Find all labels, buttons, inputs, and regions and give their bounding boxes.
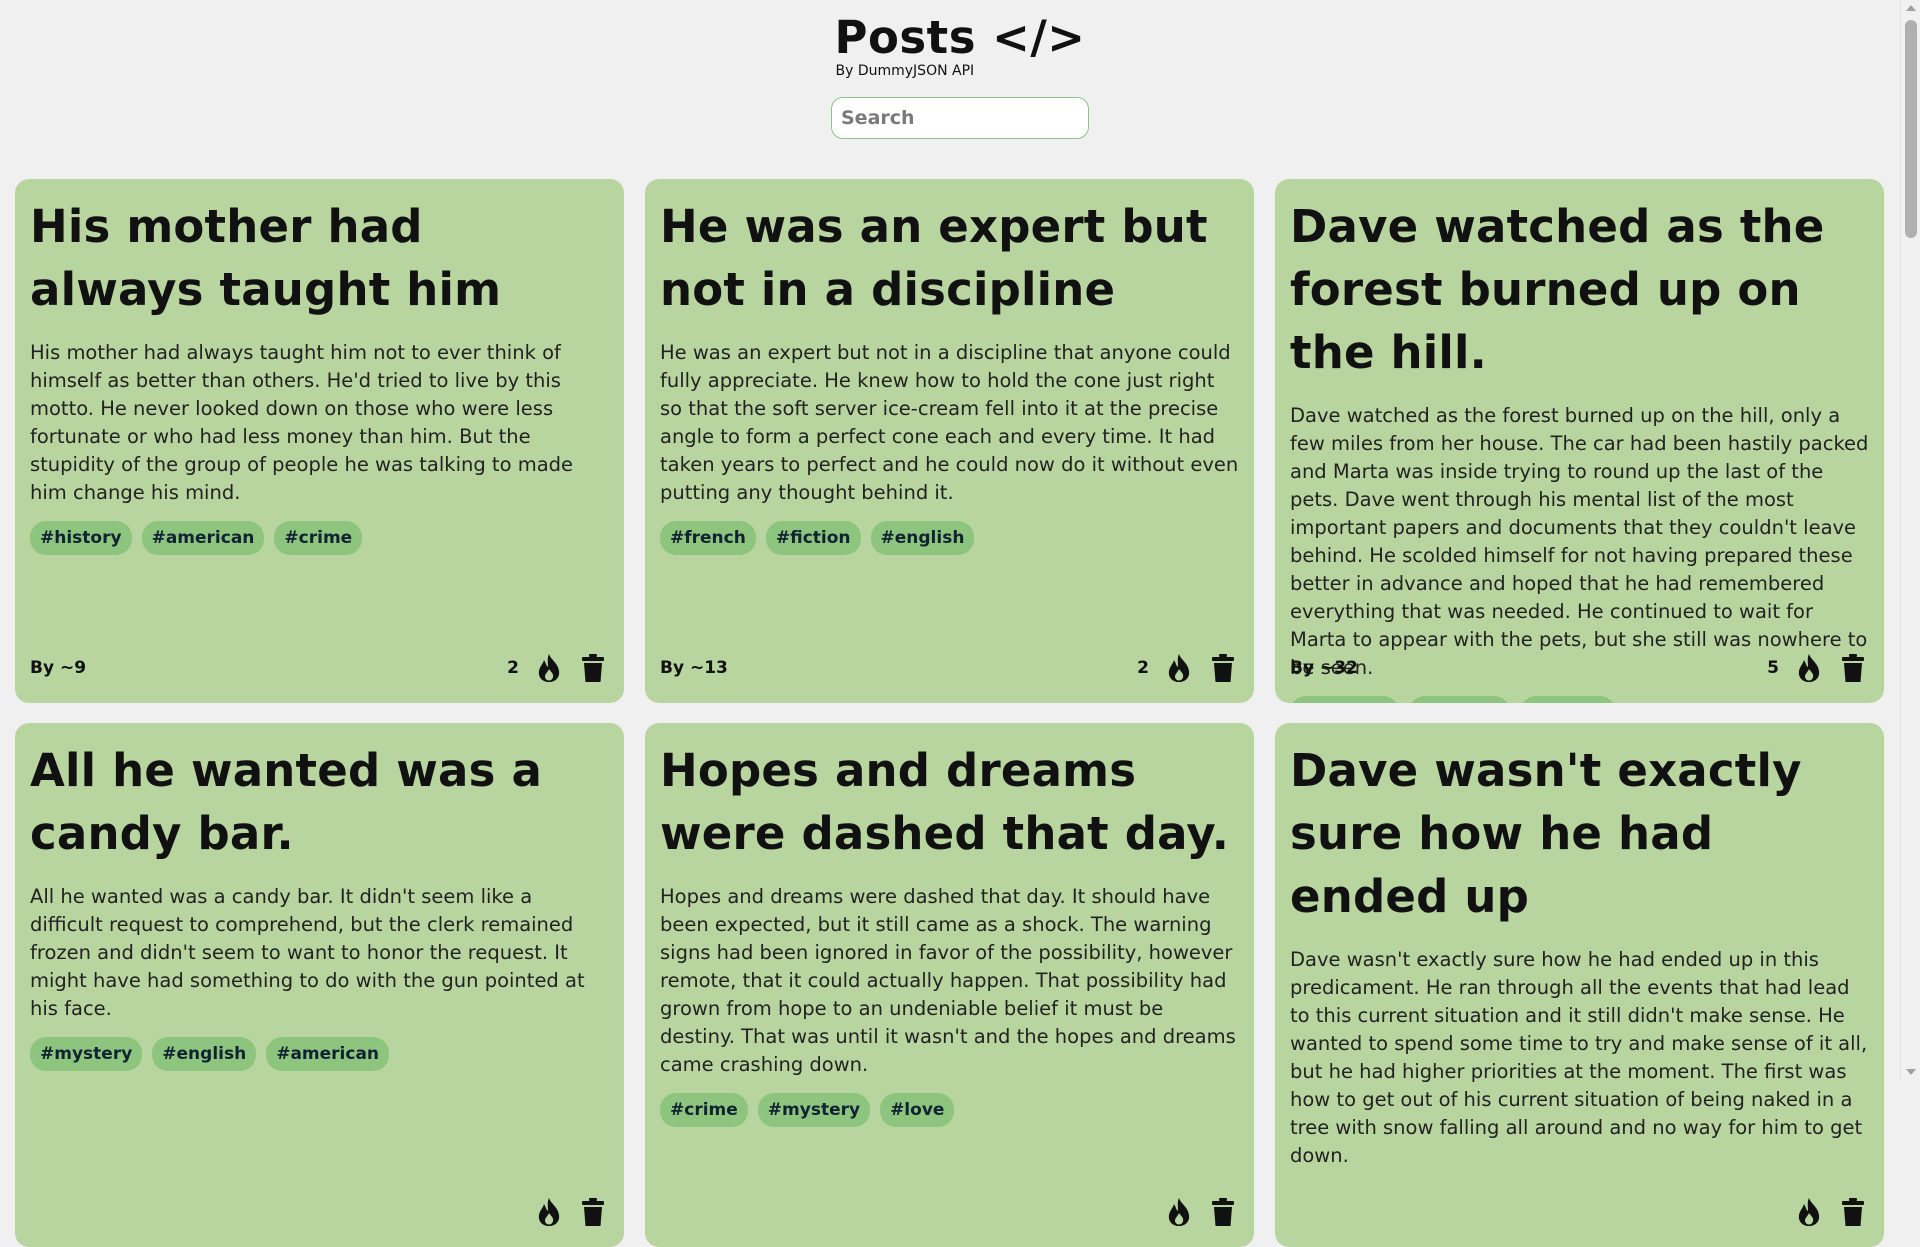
post-title: He was an expert but not in a discipline — [660, 200, 1208, 316]
reaction-count: 2 — [1137, 658, 1149, 678]
post-tag[interactable]: #history — [1408, 696, 1511, 703]
search-container — [0, 97, 1920, 140]
fire-icon[interactable] — [1163, 1196, 1195, 1228]
page-title: Posts </> — [834, 11, 1086, 64]
fire-icon[interactable] — [1793, 1196, 1825, 1228]
page-subtitle: By DummyJSON API — [835, 63, 975, 80]
post-body: All he wanted was a candy bar. It didn't… — [30, 885, 585, 1020]
post-tag[interactable]: #english — [152, 1037, 257, 1071]
post-tag[interactable]: #american — [141, 521, 265, 555]
post-tag[interactable]: #crime — [660, 1093, 748, 1127]
post-actions — [519, 1196, 609, 1228]
post-footer: By ~32 5 — [1290, 651, 1869, 685]
fire-icon[interactable] — [533, 1196, 565, 1228]
search-input[interactable] — [831, 97, 1089, 140]
post-actions: 2 — [1137, 652, 1239, 684]
post-tag[interactable]: #american — [266, 1037, 390, 1071]
post-author: By ~13 — [660, 658, 728, 678]
fire-icon[interactable] — [1163, 652, 1195, 684]
post-title: Hopes and dreams were dashed that day. — [660, 744, 1230, 860]
reaction-count: 5 — [1767, 658, 1779, 678]
scroll-down-arrow-icon[interactable] — [1906, 1069, 1916, 1075]
reaction-count: 2 — [507, 658, 519, 678]
trash-icon[interactable] — [1207, 652, 1239, 684]
post-title: His mother had always taught him — [30, 200, 502, 316]
trash-icon[interactable] — [1837, 1196, 1869, 1228]
post-tags: #magical #history #french — [1290, 696, 1869, 703]
post-actions: 5 — [1767, 652, 1869, 684]
post-tag[interactable]: #french — [660, 521, 756, 555]
post-card: Dave wasn't exactly sure how he had ende… — [1275, 723, 1884, 1247]
vertical-scrollbar[interactable] — [1900, 0, 1920, 1080]
post-card: All he wanted was a candy bar. All he wa… — [15, 723, 624, 1247]
post-body: He was an expert but not in a discipline… — [660, 341, 1239, 504]
post-author: By ~9 — [30, 658, 87, 678]
post-tag[interactable]: #mystery — [757, 1093, 871, 1127]
trash-icon[interactable] — [577, 1196, 609, 1228]
post-title: Dave wasn't exactly sure how he had ende… — [1290, 744, 1802, 923]
post-title: Dave watched as the forest burned up on … — [1290, 200, 1825, 379]
page-header: Posts </> By DummyJSON API — [0, 0, 1920, 80]
scroll-up-arrow-icon[interactable] — [1906, 5, 1916, 11]
post-footer: By ~9 2 — [30, 651, 609, 685]
post-actions — [1149, 1196, 1239, 1228]
post-tag[interactable]: #mystery — [30, 1037, 143, 1071]
fire-icon[interactable] — [533, 652, 565, 684]
trash-icon[interactable] — [577, 652, 609, 684]
title-block: Posts </> By DummyJSON API — [834, 11, 1086, 80]
post-card: His mother had always taught him His mot… — [15, 179, 624, 703]
post-footer — [1290, 1195, 1869, 1229]
post-tag[interactable]: #english — [870, 521, 975, 555]
trash-icon[interactable] — [1837, 652, 1869, 684]
trash-icon[interactable] — [1207, 1196, 1239, 1228]
post-author: By ~32 — [1290, 658, 1358, 678]
post-tag[interactable]: #history — [30, 521, 132, 555]
post-card: He was an expert but not in a discipline… — [645, 179, 1254, 703]
fire-icon[interactable] — [1793, 652, 1825, 684]
post-body: Dave wasn't exactly sure how he had ende… — [1290, 948, 1868, 1167]
post-body: Dave watched as the forest burned up on … — [1290, 404, 1869, 679]
post-tags: #crime #mystery #love — [660, 1093, 1239, 1127]
post-tag[interactable]: #french — [1520, 696, 1617, 703]
post-footer — [660, 1195, 1239, 1229]
scrollbar-thumb[interactable] — [1905, 20, 1917, 238]
post-tag[interactable]: #crime — [274, 521, 363, 555]
post-tag[interactable]: #fiction — [765, 521, 861, 555]
post-tag[interactable]: #magical — [1290, 696, 1399, 703]
post-body: Hopes and dreams were dashed that day. I… — [660, 885, 1236, 1076]
post-title: All he wanted was a candy bar. — [30, 744, 543, 860]
posts-grid: His mother had always taught him His mot… — [15, 179, 1884, 1247]
post-footer: By ~13 2 — [660, 651, 1239, 685]
post-tags: #history #american #crime — [30, 521, 609, 555]
post-actions — [1779, 1196, 1869, 1228]
post-card: Hopes and dreams were dashed that day. H… — [645, 723, 1254, 1247]
post-card: Dave watched as the forest burned up on … — [1275, 179, 1884, 703]
post-footer — [30, 1195, 609, 1229]
post-tag[interactable]: #love — [880, 1093, 955, 1127]
post-tags: #mystery #english #american — [30, 1037, 609, 1071]
post-tags: #french #fiction #english — [660, 521, 1239, 555]
post-body: His mother had always taught him not to … — [30, 341, 574, 504]
post-actions: 2 — [507, 652, 609, 684]
